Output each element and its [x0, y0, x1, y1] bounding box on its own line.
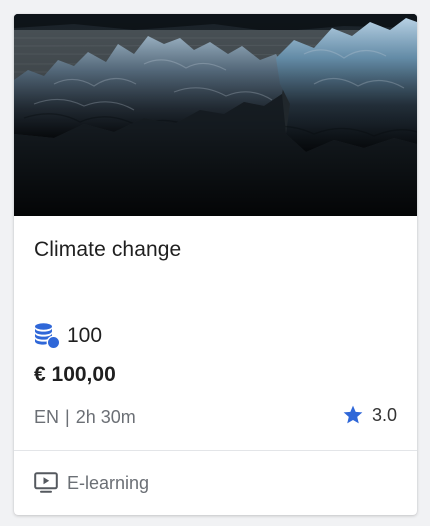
course-image[interactable] [14, 14, 417, 216]
course-title[interactable]: Climate change [34, 238, 181, 262]
monitor-play-icon [34, 472, 58, 493]
divider [14, 450, 417, 451]
credits-value: 100 [67, 324, 103, 347]
duration-label: 2h 30m [75, 407, 136, 427]
meta-separator: | [65, 407, 70, 427]
star-icon [343, 405, 363, 424]
coin-stack-icon [35, 323, 61, 350]
course-rating: 3.0 [342, 404, 397, 426]
glacier-ice-photo [14, 14, 417, 216]
rating-value: 3.0 [371, 404, 397, 425]
course-price: € 100,00 [34, 363, 116, 386]
course-format: E-learning [34, 472, 149, 494]
credits-info: 100 [33, 322, 102, 350]
course-card[interactable]: Climate change 100 € 100,00 EN | 2h 30m 3.… [14, 14, 417, 515]
language-label: EN [34, 407, 60, 427]
course-meta: EN | 2h 30m [34, 407, 136, 428]
format-label: E-learning [67, 472, 150, 493]
